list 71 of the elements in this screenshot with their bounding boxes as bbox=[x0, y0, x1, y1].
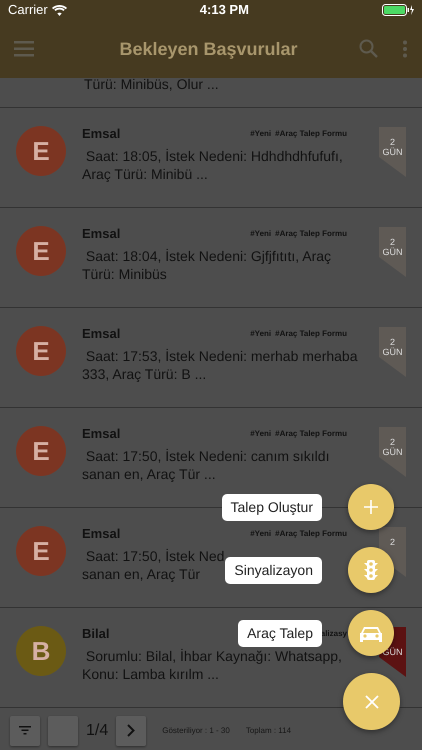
avatar: E bbox=[16, 226, 66, 276]
filter-button[interactable] bbox=[10, 716, 40, 746]
car-icon bbox=[360, 624, 382, 642]
action-tooltip: Talep Oluştur bbox=[222, 494, 322, 520]
item-text: sanan en, Araç Tür bbox=[82, 564, 200, 582]
item-tag: #Yeni bbox=[250, 328, 272, 340]
day-unit: GÜN bbox=[382, 447, 404, 457]
item-text: Saat: 17:50, İstek Ned bbox=[84, 546, 224, 564]
search-icon bbox=[359, 39, 378, 58]
avatar: E bbox=[16, 526, 66, 576]
page-indicator: 1/4 bbox=[86, 720, 108, 740]
status-time: 4:13 PM bbox=[200, 1, 249, 20]
item-text: sanan en, Araç Tür ... bbox=[82, 464, 216, 482]
list-item[interactable]: E Emsal #Yeni #Araç Talep Formu Saat: 18:05, İstek Nedeni: Hdhdhdhfufufı, Araç Türü: Minibü ... 2 GÜN bbox=[0, 108, 422, 208]
avatar: E bbox=[16, 426, 66, 476]
chevron-right-icon bbox=[127, 724, 136, 737]
item-name: Bilal bbox=[82, 625, 110, 643]
close-button[interactable] bbox=[343, 673, 400, 730]
day-count: 2 bbox=[388, 237, 396, 247]
day-count: 2 bbox=[388, 337, 396, 347]
item-tag: #Araç Talep Formu bbox=[275, 328, 347, 340]
item-name: Emsal bbox=[82, 125, 120, 143]
next-button[interactable] bbox=[116, 716, 146, 746]
day-count: 2 bbox=[388, 537, 396, 547]
menu-icon bbox=[14, 40, 34, 57]
traffic-light-icon bbox=[364, 560, 378, 580]
more-icon bbox=[402, 40, 408, 58]
avatar: E bbox=[16, 126, 66, 176]
item-text: Konu: Lamba kırılm ... bbox=[82, 664, 219, 682]
item-text: Saat: 18:04, İstek Nedeni: Gjfjfıtıtı, Araç bbox=[84, 246, 332, 264]
plus-icon bbox=[363, 499, 379, 515]
item-tag: #Yeni bbox=[250, 528, 272, 540]
close-icon bbox=[364, 694, 378, 708]
item-tag: alizasy bbox=[320, 628, 347, 640]
item-tag: #Yeni bbox=[250, 228, 272, 240]
item-tag: #Araç Talep Formu bbox=[275, 228, 347, 240]
item-text: 333, Araç Türü: B ... bbox=[82, 364, 206, 382]
item-tag: #Araç Talep Formu bbox=[275, 528, 347, 540]
item-tag: #Yeni bbox=[250, 128, 272, 140]
day-unit: GÜN bbox=[382, 247, 404, 257]
action-tooltip: Araç Talep bbox=[238, 620, 322, 646]
list-item[interactable]: E Emsal #Yeni #Araç Talep Formu Saat: 17:53, İstek Nedeni: merhab merhaba 333, Araç Türü: B ... 2 GÜN bbox=[0, 308, 422, 408]
filter-icon bbox=[19, 726, 31, 735]
action-button[interactable] bbox=[348, 484, 394, 530]
item-text: Saat: 17:50, İstek Nedeni: canım sıkıldı bbox=[84, 446, 330, 464]
day-unit: GÜN bbox=[382, 147, 404, 157]
item-text: Sorumlu: Bilal, İhbar Kaynağı: Whatsapp, bbox=[84, 646, 342, 664]
action-tooltip: Sinyalizayon bbox=[225, 556, 322, 584]
item-name: Emsal bbox=[82, 425, 120, 443]
item-text: Saat: 18:05, İstek Nedeni: Hdhdhdhfufufı, bbox=[84, 146, 343, 164]
item-name: Emsal bbox=[82, 225, 120, 243]
list-item[interactable]: E Emsal #Yeni #Araç Talep Formu Saat: 18:04, İstek Nedeni: Gjfjfıtıtı, Araç Türü: Minibüs 2 GÜN bbox=[0, 208, 422, 308]
item-tag: #Araç Talep Formu bbox=[275, 428, 347, 440]
item-name: Emsal bbox=[82, 325, 120, 343]
item-text: Türü: Minibüs, Olur ... bbox=[84, 78, 219, 92]
page-title: Bekleyen Başvurular bbox=[119, 38, 298, 61]
day-unit: GÜN bbox=[382, 347, 404, 357]
avatar: E bbox=[16, 326, 66, 376]
action-button[interactable] bbox=[348, 547, 394, 593]
carrier-name: Carrier bbox=[8, 1, 48, 20]
battery-icon bbox=[382, 4, 414, 16]
item-name: Emsal bbox=[82, 525, 120, 543]
item-tag: #Yeni bbox=[250, 428, 272, 440]
item-tag: #Araç Talep Formu bbox=[275, 128, 347, 140]
item-text: Saat: 17:53, İstek Nedeni: merhab merhaba bbox=[84, 346, 358, 364]
day-count: 2 bbox=[388, 137, 396, 147]
day-count: 2 bbox=[388, 437, 396, 447]
avatar: B bbox=[16, 626, 66, 676]
item-text: Türü: Minibüs bbox=[82, 264, 167, 282]
wifi-icon bbox=[52, 4, 67, 16]
item-text: Araç Türü: Minibü ... bbox=[82, 164, 208, 182]
